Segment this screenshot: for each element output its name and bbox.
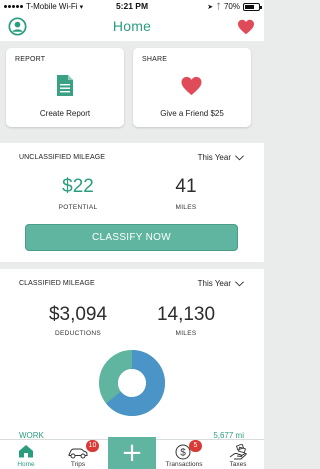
bluetooth-icon: ᛏ bbox=[216, 2, 221, 11]
section-title: UNCLASSIFIED MILEAGE bbox=[19, 154, 106, 161]
classify-now-button[interactable]: CLASSIFY NOW bbox=[25, 224, 238, 251]
tab-transactions[interactable]: $ 5 Transactions bbox=[161, 440, 207, 469]
deductions-label: DEDUCTIONS bbox=[55, 330, 101, 337]
svg-text:$: $ bbox=[180, 448, 186, 459]
period-label: This Year bbox=[197, 279, 231, 288]
battery-percent: 70% bbox=[223, 2, 240, 11]
potential-value: $22 bbox=[62, 176, 94, 197]
classified-miles-value: 14,130 bbox=[156, 304, 216, 325]
plus-icon: + bbox=[121, 438, 143, 468]
mileage-donut-chart bbox=[99, 350, 165, 416]
add-button[interactable]: + bbox=[108, 437, 156, 469]
tab-taxes[interactable]: Taxes bbox=[217, 440, 259, 469]
home-icon bbox=[19, 445, 33, 458]
status-right: ➤ ᛏ 70% bbox=[207, 2, 262, 11]
create-report-label: Create Report bbox=[39, 109, 91, 118]
report-card[interactable]: REPORT Create Report bbox=[6, 48, 124, 127]
chevron-down-icon bbox=[235, 154, 244, 160]
share-card[interactable]: SHARE Give a Friend $25 bbox=[133, 48, 251, 127]
page-title: Home bbox=[112, 18, 152, 34]
tab-label: Trips bbox=[70, 461, 86, 468]
deductions-value: $3,094 bbox=[48, 304, 108, 325]
tab-label: Home bbox=[17, 461, 35, 468]
period-selector[interactable]: This Year bbox=[198, 279, 244, 288]
app-header: Home bbox=[0, 13, 264, 41]
potential-label: POTENTIAL bbox=[58, 204, 98, 211]
trips-badge: 10 bbox=[86, 440, 99, 452]
period-selector[interactable]: This Year bbox=[198, 153, 244, 162]
give-friend-label: Give a Friend $25 bbox=[160, 109, 224, 118]
classified-miles-label: MILES bbox=[175, 330, 197, 337]
period-label: This Year bbox=[197, 153, 231, 162]
hand-money-icon bbox=[229, 444, 247, 460]
tab-trips[interactable]: 10 Trips bbox=[57, 440, 99, 469]
miles-value: 41 bbox=[175, 176, 197, 197]
heart-icon bbox=[181, 76, 202, 96]
tab-home[interactable]: Home bbox=[5, 440, 47, 469]
miles-label: MILES bbox=[175, 204, 197, 211]
transactions-badge: 5 bbox=[189, 440, 202, 452]
report-card-label: REPORT bbox=[15, 56, 46, 63]
document-icon bbox=[57, 75, 73, 96]
tab-label: Transactions bbox=[165, 461, 203, 468]
car-icon bbox=[68, 448, 88, 459]
status-bar: T-Mobile Wi-Fi ▾ 5:21 PM ➤ ᛏ 70% bbox=[0, 0, 264, 13]
location-icon: ➤ bbox=[207, 3, 214, 11]
tab-label: Taxes bbox=[229, 461, 247, 468]
heart-icon[interactable] bbox=[237, 19, 255, 35]
section-title: CLASSIFIED MILEAGE bbox=[19, 280, 95, 287]
chevron-down-icon bbox=[235, 280, 244, 286]
share-card-label: SHARE bbox=[142, 56, 168, 63]
battery-icon bbox=[243, 2, 262, 11]
